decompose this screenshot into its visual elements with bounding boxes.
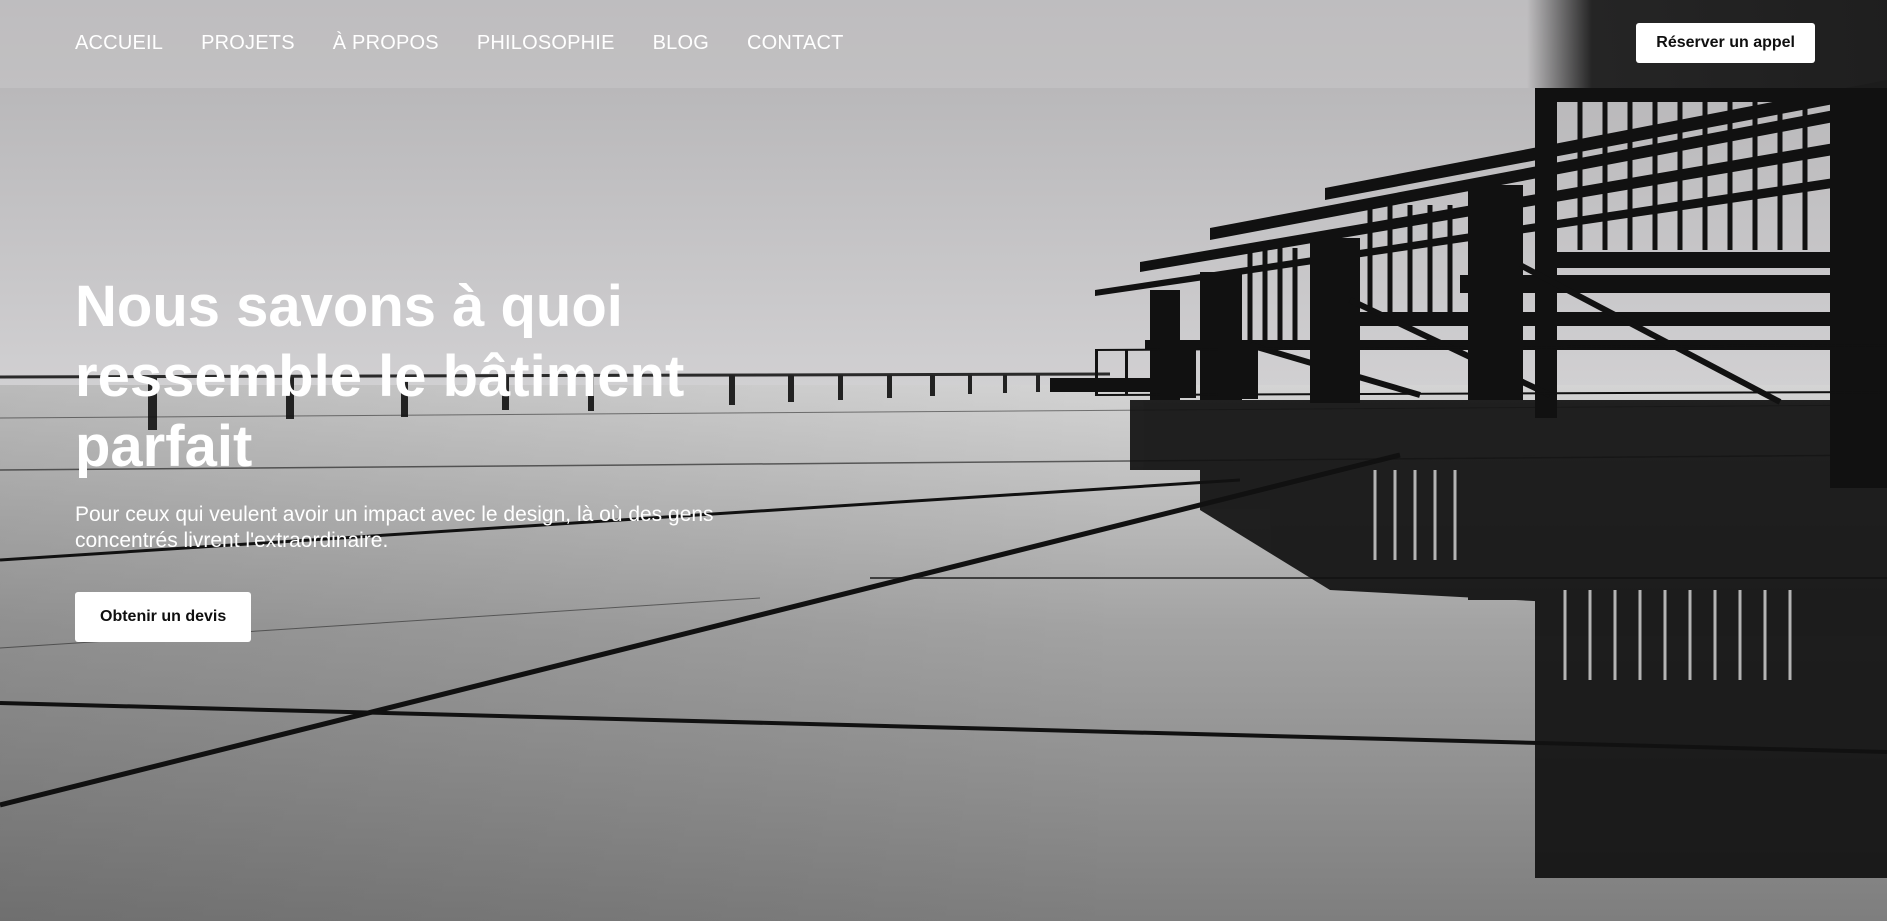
nav-item-blog[interactable]: BLOG: [653, 32, 709, 55]
book-call-button[interactable]: Réserver un appel: [1636, 23, 1815, 63]
main-nav: ACCUEIL PROJETS À PROPOS PHILOSOPHIE BLO…: [75, 0, 844, 86]
hero-title: Nous savons à quoi ressemble le bâtiment…: [75, 274, 685, 479]
hero-subtitle: Pour ceux qui veulent avoir un impact av…: [75, 503, 714, 552]
nav-item-accueil[interactable]: ACCUEIL: [75, 32, 163, 55]
nav-item-contact[interactable]: CONTACT: [747, 32, 844, 55]
hero-section: Nous savons à quoi ressemble le bâtiment…: [75, 272, 835, 642]
nav-item-a-propos[interactable]: À PROPOS: [333, 32, 439, 55]
nav-item-philosophie[interactable]: PHILOSOPHIE: [477, 32, 615, 55]
nav-item-projets[interactable]: PROJETS: [201, 32, 295, 55]
get-quote-button[interactable]: Obtenir un devis: [75, 592, 252, 642]
